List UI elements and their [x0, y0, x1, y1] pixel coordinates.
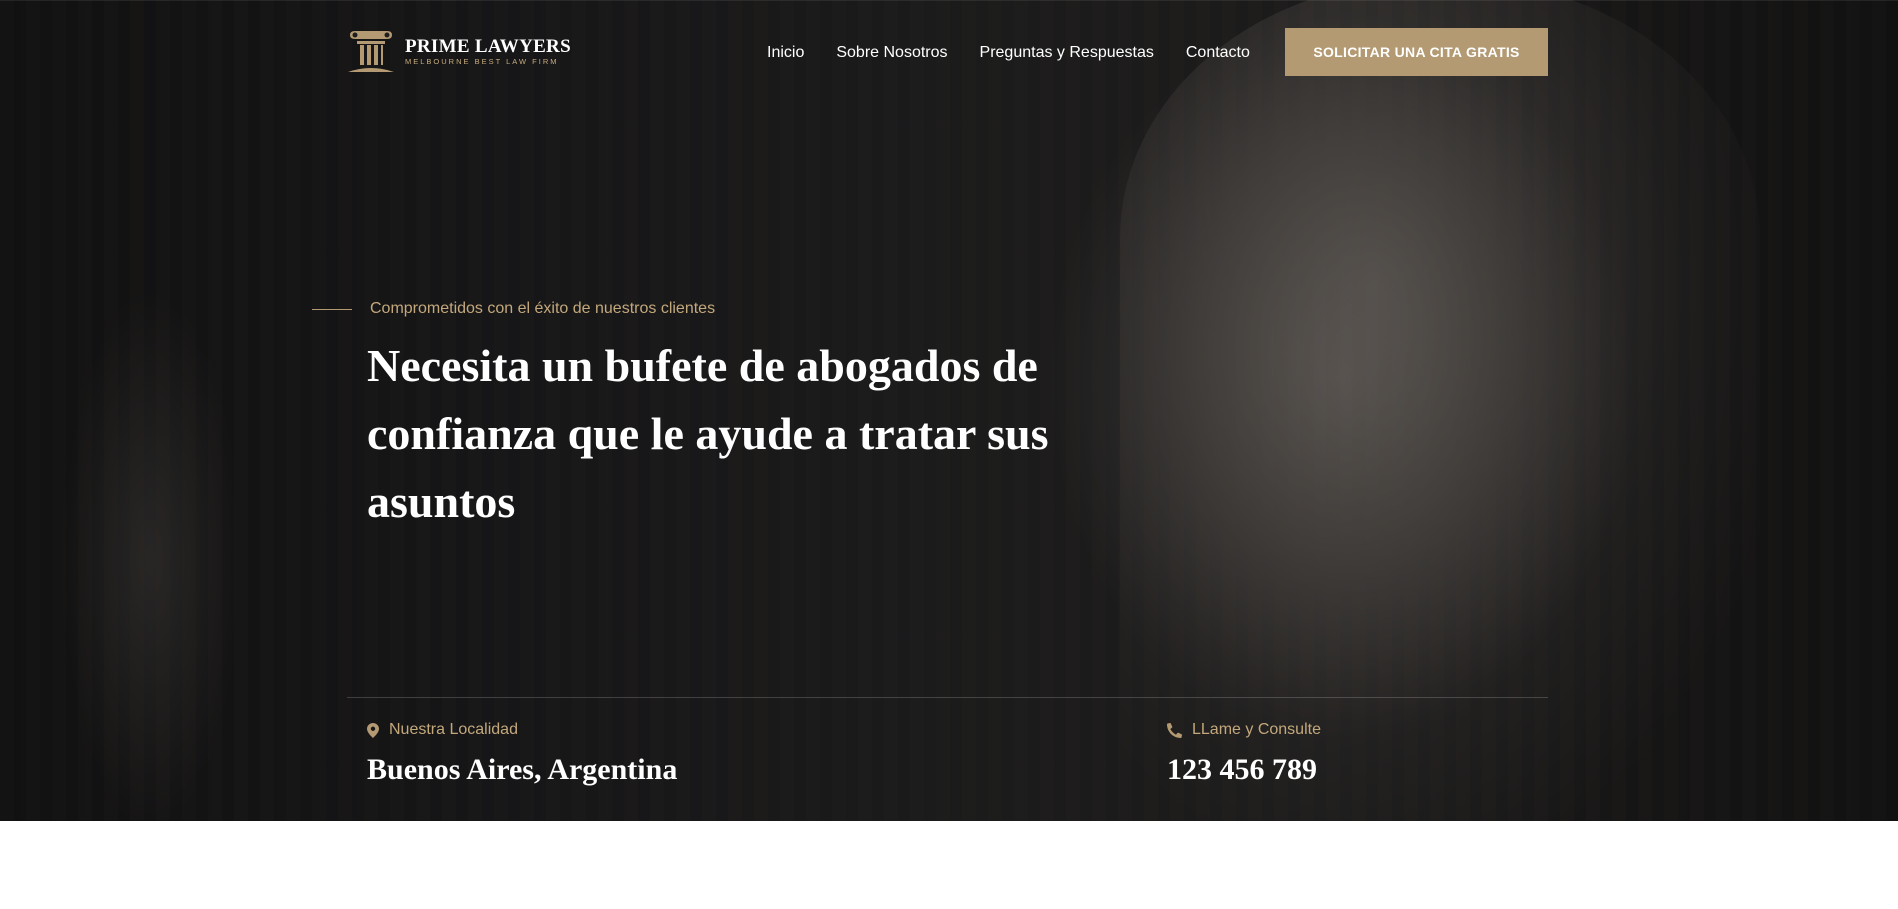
phone-value[interactable]: 123 456 789	[1167, 750, 1321, 790]
hero-headline: Necesita un bufete de abogados de confia…	[367, 340, 1049, 527]
logo-text: PRIME LAWYERS MELBOURNE BEST LAW FIRM	[405, 37, 571, 67]
main-nav: Inicio Sobre Nosotros Preguntas y Respue…	[767, 42, 1282, 64]
location-label: Nuestra Localidad	[367, 720, 677, 740]
request-appointment-button[interactable]: SOLICITAR UNA CITA GRATIS	[1285, 28, 1548, 76]
phone-info: LLame y Consulte 123 456 789	[1167, 720, 1321, 790]
nav-item-inicio[interactable]: Inicio	[767, 42, 804, 64]
column-icon	[347, 30, 395, 74]
hero-eyebrow: Comprometidos con el éxito de nuestros c…	[312, 298, 715, 320]
eyebrow-line	[312, 308, 352, 310]
info-divider	[347, 697, 1548, 698]
phone-icon	[1167, 722, 1182, 738]
map-pin-icon	[367, 722, 379, 738]
eyebrow-text: Comprometidos con el éxito de nuestros c…	[370, 300, 716, 317]
location-label-text: Nuestra Localidad	[389, 721, 518, 738]
location-info: Nuestra Localidad Buenos Aires, Argentin…	[367, 720, 677, 790]
location-value: Buenos Aires, Argentina	[367, 753, 678, 786]
phone-label-text: LLame y Consulte	[1192, 721, 1321, 738]
site-header: PRIME LAWYERS MELBOURNE BEST LAW FIRM In…	[347, 28, 1548, 78]
nav-item-contacto[interactable]: Contacto	[1186, 42, 1250, 64]
phone-label: LLame y Consulte	[1167, 720, 1321, 740]
top-border	[0, 0, 1898, 1]
nav-item-preguntas[interactable]: Preguntas y Respuestas	[980, 42, 1154, 64]
brand-tagline: MELBOURNE BEST LAW FIRM	[405, 57, 559, 66]
brand-name: PRIME LAWYERS	[405, 36, 571, 57]
logo[interactable]: PRIME LAWYERS MELBOURNE BEST LAW FIRM	[347, 30, 571, 74]
hero-section: PRIME LAWYERS MELBOURNE BEST LAW FIRM In…	[0, 0, 1898, 821]
nav-item-sobre-nosotros[interactable]: Sobre Nosotros	[836, 42, 947, 64]
